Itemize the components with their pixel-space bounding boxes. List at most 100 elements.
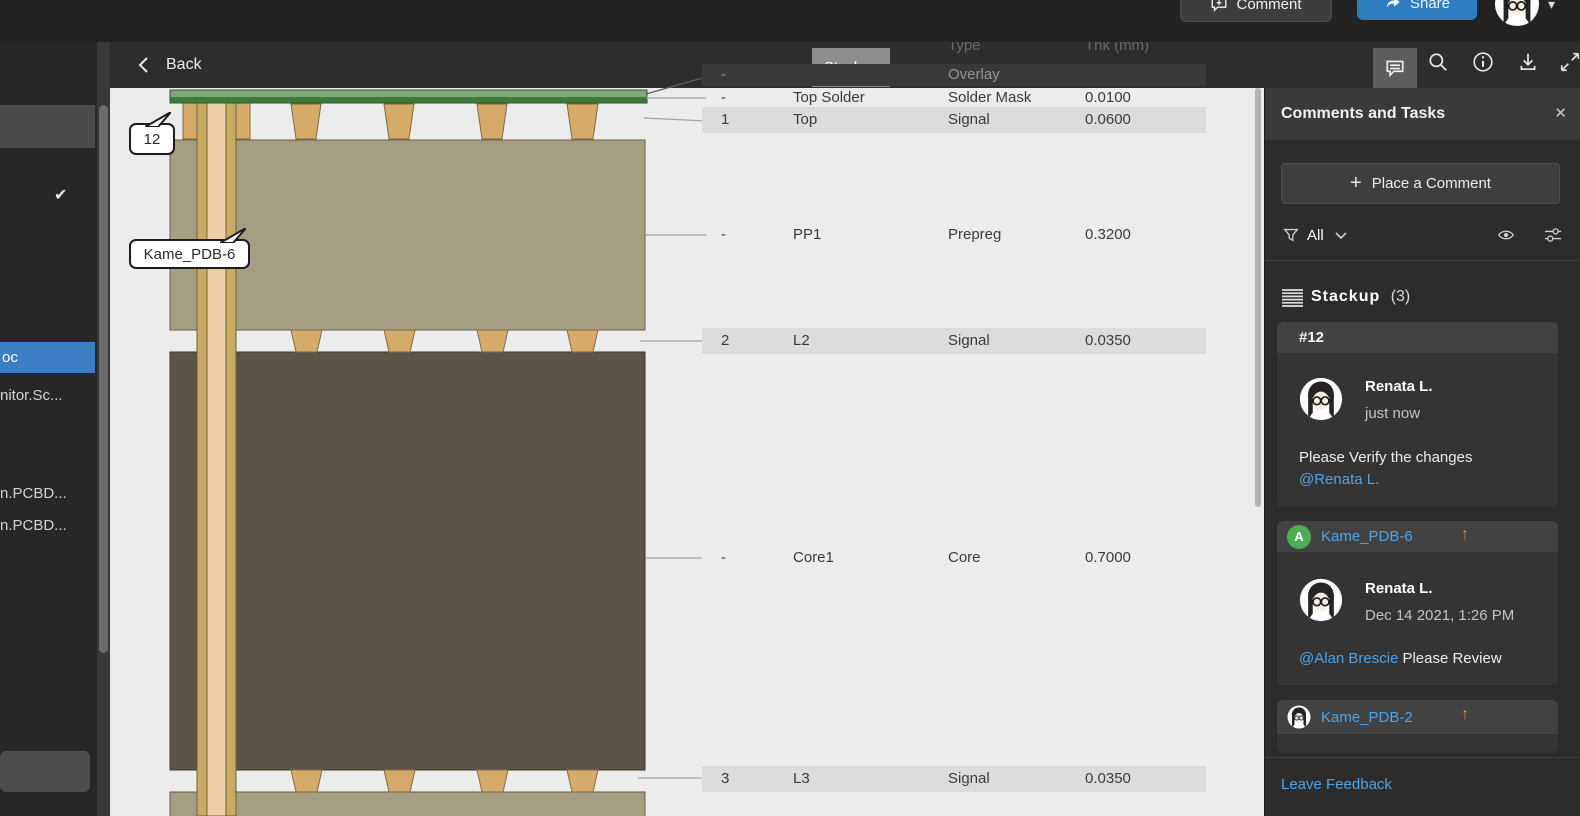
comment-card-header[interactable]: Kame_PDB-2 ↑ (1277, 700, 1558, 734)
place-comment-label: Place a Comment (1372, 175, 1491, 192)
cell-layer-type: Core (948, 545, 981, 571)
comment-marker-kame-pdb-6[interactable]: Kame_PDB-6 (129, 239, 250, 269)
share-button-label: Share (1410, 0, 1450, 12)
sidebar-item[interactable] (0, 105, 95, 148)
app-top-bar: Comment Share ▾ (0, 0, 1580, 42)
place-comment-button[interactable]: + Place a Comment (1281, 163, 1560, 204)
filter-icon[interactable] (1282, 226, 1300, 244)
comments-panel: Comments and Tasks ✕ + Place a Comment A… (1264, 88, 1580, 816)
sidebar-item-active[interactable]: oc (0, 342, 95, 373)
table-row[interactable]: 2 L2 Signal 0.0350 (702, 328, 1206, 354)
cell-layer-name: L2 (793, 328, 810, 354)
divider (1265, 260, 1580, 261)
back-button[interactable]: Back (138, 42, 202, 88)
cell-layer-thk: 0.0600 (1085, 107, 1131, 133)
sidebar-item-label: oc (2, 349, 18, 366)
comment-marker-12[interactable]: 12 (129, 123, 175, 155)
cell-layer-num: 3 (721, 766, 729, 792)
avatar-initial: A (1287, 525, 1311, 549)
cell-layer-type: Prepreg (948, 222, 1001, 248)
panel-title: Comments and Tasks (1281, 88, 1445, 140)
stackup-viewer-canvas[interactable] (110, 88, 1258, 816)
comment-button[interactable]: Comment (1180, 0, 1332, 22)
sidebar-scrollbar-thumb[interactable] (99, 105, 108, 653)
comment-author: Renata L. (1365, 580, 1433, 597)
canvas-vertical-scrollbar[interactable] (1255, 88, 1261, 507)
share-button[interactable]: Share (1357, 0, 1477, 20)
app-window: Back Type Thk (mm) Stackup - Overlay - T… (0, 0, 1580, 816)
comment-card: #12 Renata L. just now Please Verify the… (1277, 322, 1558, 507)
resize-icon[interactable] (1559, 51, 1580, 73)
cell-layer-num: 1 (721, 107, 729, 133)
cell-layer-type: Signal (948, 107, 990, 133)
search-icon[interactable] (1427, 51, 1449, 73)
comment-card: Kame_PDB-2 ↑ (1277, 700, 1558, 753)
leave-feedback-link[interactable]: Leave Feedback (1281, 776, 1392, 793)
comment-card-header[interactable]: A Kame_PDB-6 ↑ (1277, 521, 1558, 552)
cell-layer-num: - (721, 545, 726, 571)
comment-plus-icon (1210, 0, 1228, 13)
cell-layer-thk: 0.7000 (1085, 545, 1131, 571)
table-row[interactable]: - PP1 Prepreg 0.3200 (702, 222, 1206, 248)
filter-dropdown[interactable]: All (1307, 227, 1324, 244)
comment-icon (1384, 57, 1406, 79)
cell-layer-name: Core1 (793, 545, 834, 571)
arrow-up-icon[interactable]: ↑ (1461, 526, 1469, 544)
comments-toggle-button[interactable] (1373, 48, 1417, 88)
table-row[interactable]: 3 L3 Signal 0.0350 (702, 766, 1206, 792)
back-label: Back (166, 56, 202, 74)
table-row[interactable]: - Core1 Core 0.7000 (702, 545, 1206, 571)
download-icon[interactable] (1517, 51, 1539, 73)
cell-layer-num: - (721, 222, 726, 248)
table-row[interactable]: - Overlay (702, 64, 1206, 86)
comment-message: Please Verify the changes (1299, 449, 1472, 466)
avatar (1299, 578, 1343, 622)
eye-icon[interactable] (1496, 226, 1516, 244)
chevron-down-icon[interactable] (1335, 232, 1347, 240)
user-avatar[interactable] (1494, 0, 1540, 27)
comment-card-header[interactable]: #12 (1277, 322, 1558, 353)
comment-button-label: Comment (1236, 0, 1301, 13)
share-icon (1384, 0, 1402, 12)
stackup-cross-section (110, 88, 1258, 816)
cell-layer-num: 2 (721, 328, 729, 354)
cell-layer-name: L3 (793, 766, 810, 792)
check-icon: ✔ (54, 185, 67, 205)
plus-icon: + (1350, 172, 1362, 195)
arrow-up-icon[interactable]: ↑ (1461, 706, 1469, 724)
mention-link[interactable]: @Renata L. (1299, 471, 1379, 488)
table-row[interactable]: 1 Top Signal 0.0600 (702, 107, 1206, 133)
cell-layer-num: - (721, 64, 726, 86)
mention-link[interactable]: @Alan Brescie (1299, 650, 1398, 667)
document-sidebar: ✔ oc nitor.Sc... n.PCBD... n.PCBD... (0, 42, 110, 816)
caret-down-icon[interactable]: ▾ (1548, 0, 1555, 13)
comment-author: Renata L. (1365, 378, 1433, 395)
cell-layer-thk: 0.3200 (1085, 222, 1131, 248)
stackup-section-header[interactable]: Stackup (3) (1311, 288, 1410, 306)
sidebar-item[interactable]: nitor.Sc... (0, 387, 63, 404)
sliders-icon[interactable] (1543, 226, 1563, 244)
leader-lines (638, 98, 706, 778)
cell-layer-name: Top (793, 107, 817, 133)
stackup-section-icon (1282, 288, 1303, 308)
comment-message-line: @Alan BresciePlease Review (1299, 650, 1502, 667)
section-count: (3) (1391, 288, 1411, 305)
cell-layer-type: Signal (948, 328, 990, 354)
cell-layer-type: Signal (948, 766, 990, 792)
comment-card: A Kame_PDB-6 ↑ Renata L. Dec 14 2021, 1:… (1277, 521, 1558, 685)
comments-panel-header: Comments and Tasks ✕ (1265, 88, 1580, 140)
document-link[interactable]: Kame_PDB-6 (1321, 528, 1413, 545)
comment-marker-label: 12 (144, 131, 161, 148)
info-icon[interactable] (1472, 51, 1494, 73)
cell-layer-type: Overlay (948, 64, 1000, 86)
sidebar-bottom-button[interactable] (0, 751, 90, 792)
divider (1265, 757, 1580, 758)
sidebar-item[interactable]: n.PCBD... (0, 517, 67, 534)
comment-marker-label: Kame_PDB-6 (144, 246, 236, 263)
sidebar-item[interactable]: n.PCBD... (0, 485, 67, 502)
avatar (1299, 377, 1343, 421)
document-link[interactable]: Kame_PDB-2 (1321, 709, 1413, 726)
close-icon[interactable]: ✕ (1554, 104, 1567, 122)
callout-tail (220, 228, 246, 243)
solder-mask-layer (170, 90, 647, 103)
